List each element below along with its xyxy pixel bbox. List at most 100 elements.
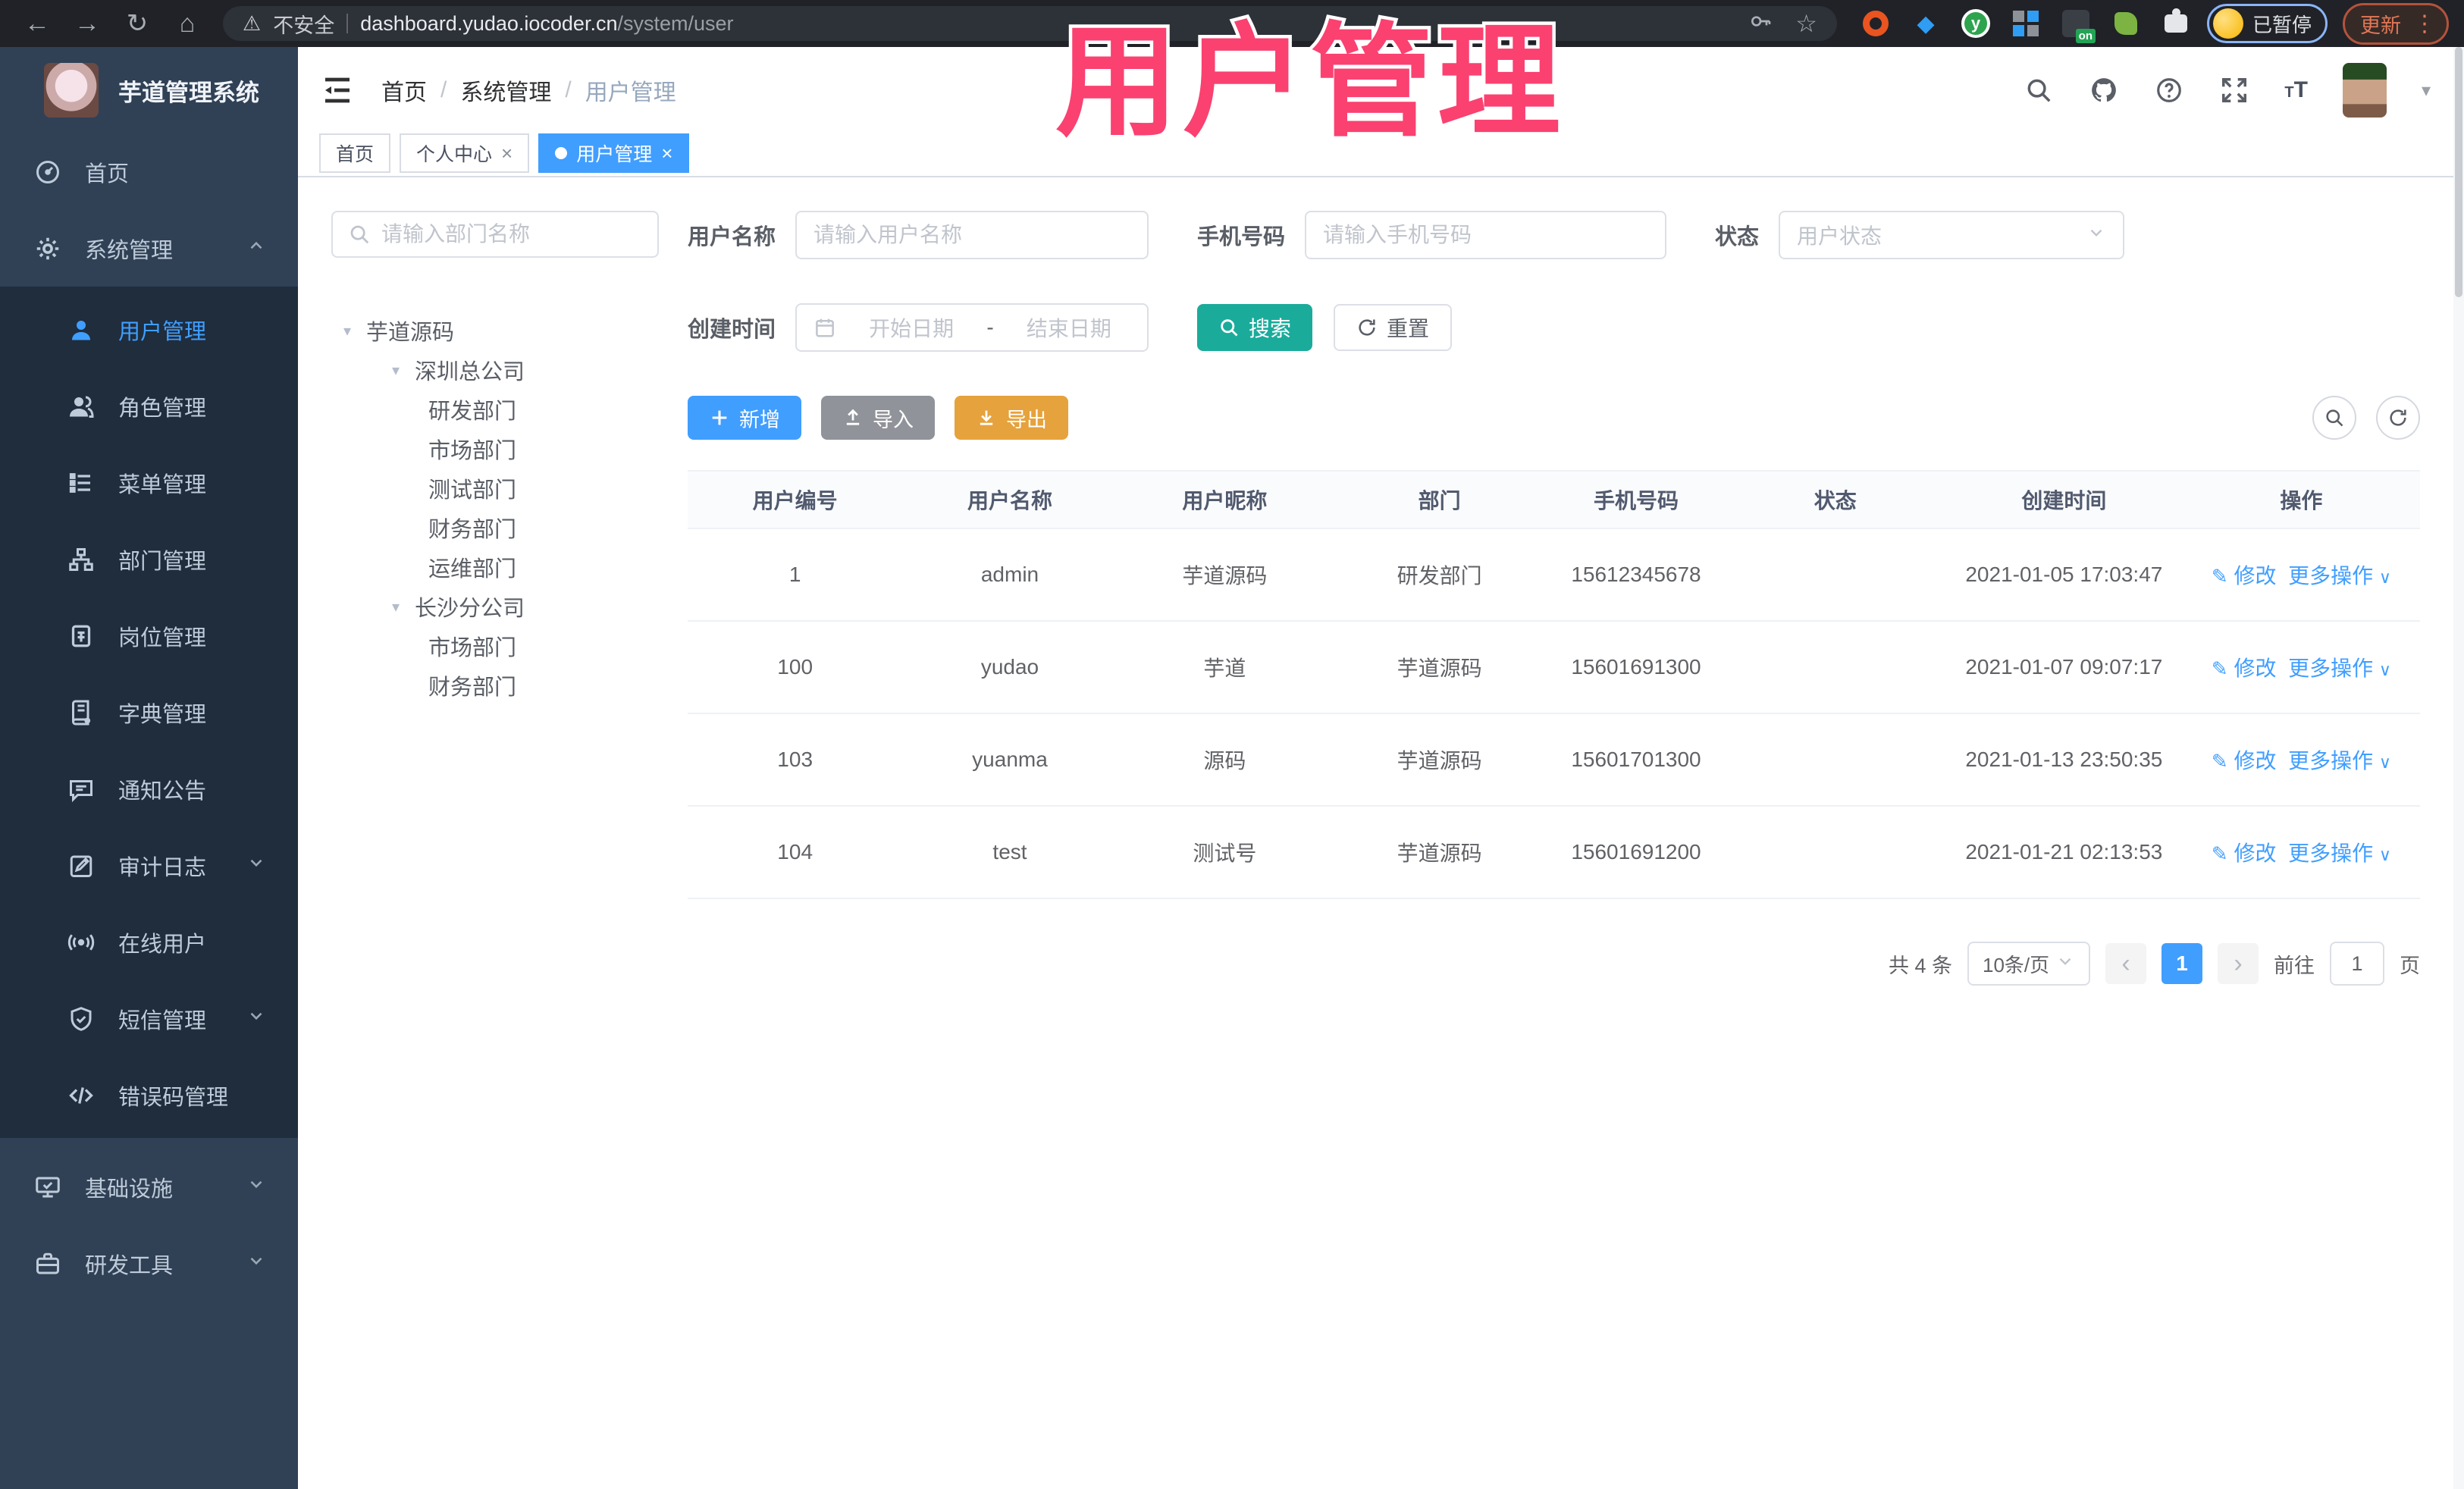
sidebar-item-errcode-mgmt[interactable]: 错误码管理: [0, 1057, 298, 1133]
extension-green-icon[interactable]: y: [1960, 8, 1992, 39]
extensions-puzzle-icon[interactable]: [2160, 8, 2192, 39]
goto-page-input[interactable]: [2330, 942, 2384, 986]
font-size-icon[interactable]: TT: [2284, 77, 2308, 103]
edit-icon: ✎: [2211, 842, 2228, 865]
more-actions-link[interactable]: 更多操作 ∨: [2288, 564, 2391, 588]
extensions-row: ◆ y on: [1860, 8, 2192, 43]
tree-node[interactable]: ▾ 深圳总公司: [331, 350, 659, 390]
tree-node[interactable]: ▾ 长沙分公司: [331, 587, 659, 626]
close-icon[interactable]: ×: [501, 142, 513, 165]
dept-search-input[interactable]: [381, 222, 642, 246]
collapse-sidebar-icon[interactable]: [319, 72, 356, 108]
close-icon[interactable]: ×: [661, 142, 672, 165]
tree-node[interactable]: 财务部门: [331, 508, 659, 547]
edit-link[interactable]: ✎ 修改: [2212, 657, 2277, 680]
sidebar-item-notice[interactable]: 通知公告: [0, 751, 298, 827]
tree-node[interactable]: ▾ 芋道源码: [331, 311, 659, 350]
refresh-table-button[interactable]: [2376, 396, 2420, 440]
password-key-icon[interactable]: [1748, 9, 1773, 39]
help-icon[interactable]: [2154, 75, 2184, 105]
sidebar-item-dept-mgmt[interactable]: 部门管理: [0, 521, 298, 597]
username-input[interactable]: [813, 223, 1131, 247]
sidebar-item-role-mgmt[interactable]: 角色管理: [0, 368, 298, 444]
security-label[interactable]: 不安全: [273, 9, 334, 39]
sidebar-item-dict-mgmt[interactable]: 字典管理: [0, 674, 298, 751]
edit-link[interactable]: ✎ 修改: [2212, 842, 2277, 865]
browser-home-icon[interactable]: ⌂: [165, 9, 209, 39]
extension-key-icon[interactable]: [2110, 8, 2142, 39]
sidebar-item-user-mgmt[interactable]: 用户管理: [0, 291, 298, 368]
bookmark-star-icon[interactable]: ☆: [1795, 9, 1817, 38]
sidebar-logo[interactable]: 芋道管理系统: [0, 47, 298, 133]
sidebar-item-post-mgmt[interactable]: 岗位管理: [0, 597, 298, 674]
chevron-down-icon: [246, 1174, 266, 1200]
tab-home[interactable]: 首页: [319, 133, 391, 173]
browser-menu-icon[interactable]: ⋮: [2413, 11, 2436, 37]
extension-on-switch-icon[interactable]: on: [2060, 8, 2096, 43]
sidebar-item-home[interactable]: 首页: [0, 133, 298, 210]
sidebar-item-devtools[interactable]: 研发工具: [0, 1225, 298, 1302]
scrollbar-thumb[interactable]: [2455, 47, 2462, 297]
extension-gem-icon[interactable]: ◆: [1910, 8, 1942, 39]
mobile-input[interactable]: [1323, 223, 1649, 247]
tree-expand-icon[interactable]: ▾: [386, 361, 406, 380]
reset-button[interactable]: 重置: [1334, 304, 1453, 351]
more-actions-link[interactable]: 更多操作 ∨: [2288, 749, 2391, 773]
add-button[interactable]: 新增: [688, 396, 801, 440]
current-page-button[interactable]: 1: [2161, 943, 2202, 984]
breadcrumb-system[interactable]: 系统管理: [460, 74, 551, 107]
next-page-button[interactable]: ›: [2218, 943, 2259, 984]
extension-grid-icon[interactable]: [2010, 8, 2042, 39]
import-button[interactable]: 导入: [821, 396, 935, 440]
toggle-search-button[interactable]: [2312, 396, 2356, 440]
date-range-picker[interactable]: 开始日期 - 结束日期: [795, 303, 1149, 352]
search-button[interactable]: 搜索: [1197, 304, 1313, 351]
calendar-icon: [816, 318, 834, 337]
edit-link[interactable]: ✎ 修改: [2212, 564, 2277, 588]
dept-tree: ▾ 芋道源码 ▾ 深圳总公司 研发部门 市场部门 测试部门 财务部门 运维部门 ▾ 长…: [331, 311, 659, 705]
browser-reload-icon[interactable]: ↻: [115, 8, 159, 39]
tree-node[interactable]: 市场部门: [331, 626, 659, 666]
sidebar-item-system[interactable]: 系统管理: [0, 210, 298, 287]
sidebar-item-sms-mgmt[interactable]: 短信管理: [0, 980, 298, 1057]
breadcrumb-home[interactable]: 首页: [381, 74, 427, 107]
filter-row-2: 创建时间 开始日期 - 结束日期 搜索 重置: [688, 303, 2420, 352]
browser-forward-icon[interactable]: →: [65, 9, 109, 39]
more-actions-link[interactable]: 更多操作 ∨: [2288, 842, 2391, 865]
col-user-id: 用户编号: [688, 470, 903, 529]
page-scrollbar[interactable]: [2453, 47, 2464, 1489]
tab-user-mgmt[interactable]: 用户管理 ×: [538, 133, 690, 173]
tree-node[interactable]: 运维部门: [331, 547, 659, 587]
cell-username: yuanma: [902, 713, 1118, 807]
sidebar-item-audit-log[interactable]: 审计日志: [0, 827, 298, 904]
tab-profile[interactable]: 个人中心 ×: [400, 133, 530, 173]
sidebar-item-menu-mgmt[interactable]: 菜单管理: [0, 444, 298, 521]
tree-expand-icon[interactable]: ▾: [386, 597, 406, 616]
fullscreen-icon[interactable]: [2219, 75, 2249, 105]
browser-back-icon[interactable]: ←: [15, 9, 59, 39]
address-bar[interactable]: ⚠ 不安全 dashboard.yudao.iocoder.cn/system/…: [223, 6, 1837, 41]
prev-page-button[interactable]: ‹: [2105, 943, 2146, 984]
sidebar-item-label: 错误码管理: [118, 1085, 229, 1110]
tree-expand-icon[interactable]: ▾: [337, 321, 357, 340]
page-size-select[interactable]: 10条/页: [1967, 942, 2090, 986]
github-icon[interactable]: [2089, 75, 2119, 105]
sidebar-item-infra[interactable]: 基础设施: [0, 1149, 298, 1225]
cell-created: 2021-01-05 17:03:47: [1945, 528, 2183, 622]
edit-link[interactable]: ✎ 修改: [2212, 749, 2277, 773]
tree-node[interactable]: 研发部门: [331, 390, 659, 429]
tree-node[interactable]: 测试部门: [331, 469, 659, 508]
col-status: 状态: [1725, 470, 1945, 529]
avatar-caret-icon[interactable]: ▾: [2422, 80, 2431, 102]
search-icon[interactable]: [2024, 75, 2054, 105]
sidebar-item-online-users[interactable]: 在线用户: [0, 904, 298, 980]
tree-node[interactable]: 市场部门: [331, 429, 659, 469]
more-actions-link[interactable]: 更多操作 ∨: [2288, 657, 2391, 680]
extension-ubuntu-icon[interactable]: [1860, 8, 1892, 39]
export-button[interactable]: 导出: [955, 396, 1068, 440]
tree-node[interactable]: 财务部门: [331, 666, 659, 705]
user-avatar[interactable]: [2342, 63, 2387, 118]
browser-update-button[interactable]: 更新 ⋮: [2343, 2, 2449, 45]
status-select[interactable]: 用户状态: [1779, 211, 2125, 259]
browser-profile-chip[interactable]: 已暂停: [2206, 4, 2328, 43]
